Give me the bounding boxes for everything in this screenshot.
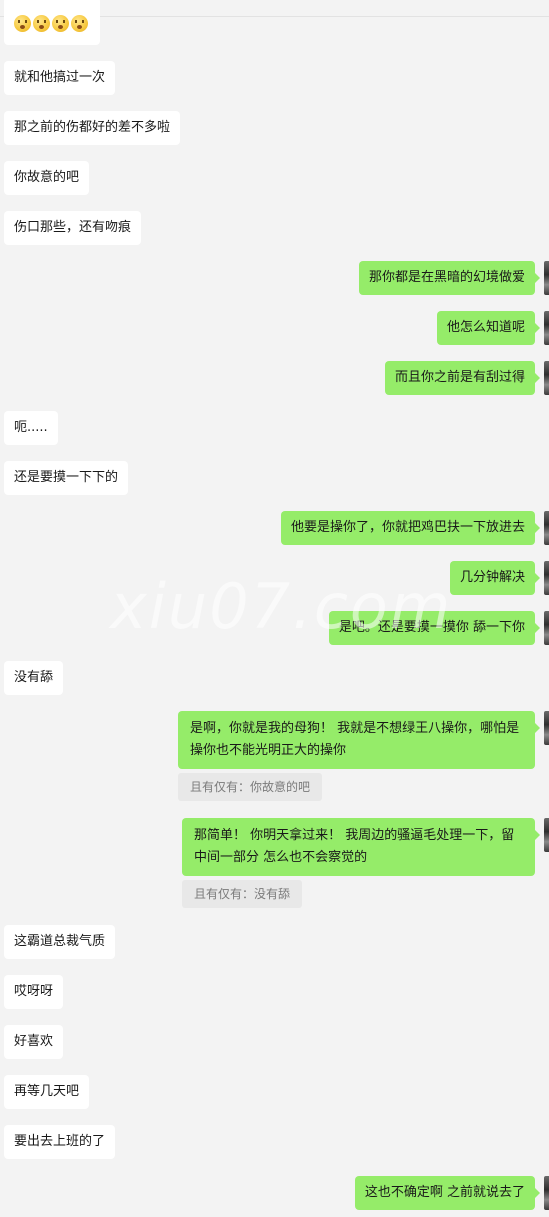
- quote-text: 且有仅有：没有舔: [194, 887, 291, 901]
- message-text: 好喜欢: [14, 1034, 54, 1049]
- message-text: 他怎么知道呢: [446, 320, 525, 335]
- chat-bubble-outgoing[interactable]: 几分钟解决: [449, 561, 541, 595]
- chat-bubble-incoming[interactable]: 那之前的伤都好的差不多啦: [4, 111, 181, 145]
- avatar[interactable]: [544, 611, 549, 645]
- chat-bubble-outgoing[interactable]: 而且你之前是有刮过得: [384, 361, 541, 395]
- chat-bubble-outgoing[interactable]: 这也不确定啊 之前就说去了: [354, 1176, 541, 1210]
- message-text: 伤口那些，还有吻痕: [14, 220, 132, 235]
- message-text: 就和他搞过一次: [14, 70, 106, 85]
- message-text: 那之前的伤都好的差不多啦: [14, 120, 171, 135]
- message-text: 他要是操你了，你就把鸡巴扶一下放进去: [290, 520, 525, 535]
- chat-bubble-outgoing[interactable]: 那你都是在黑暗的幻境做爱: [358, 261, 541, 295]
- avatar[interactable]: [544, 261, 549, 295]
- chat-bubble-incoming[interactable]: 哎呀呀: [4, 975, 64, 1009]
- avatar[interactable]: [544, 511, 549, 545]
- avatar[interactable]: [544, 1176, 549, 1210]
- message-text: 再等几天吧: [14, 1084, 80, 1099]
- flushed-face-emoji-icon: [33, 15, 50, 32]
- avatar[interactable]: [544, 561, 549, 595]
- chat-bubble-outgoing[interactable]: 他怎么知道呢: [436, 311, 541, 345]
- message-text: 要出去上班的了: [14, 1134, 106, 1149]
- message-text: 是吧。还是要摸一摸你 舔一下你: [338, 620, 525, 635]
- message-text: 而且你之前是有刮过得: [394, 370, 525, 385]
- chat-bubble-incoming[interactable]: 没有舔: [4, 661, 64, 695]
- flushed-face-emoji-icon: [14, 15, 31, 32]
- chat-bubble-incoming[interactable]: 好喜欢: [4, 1025, 64, 1059]
- avatar[interactable]: [544, 311, 549, 345]
- chat-bubble-incoming[interactable]: 要出去上班的了: [4, 1125, 116, 1159]
- flushed-face-emoji-icon: [52, 15, 69, 32]
- quoted-reply[interactable]: 且有仅有：没有舔: [182, 880, 303, 908]
- message-text: 是啊，你就是我的母狗！ 我就是不想绿王八操你，哪怕是操你也不能光明正大的操你: [190, 721, 520, 758]
- message-text: 没有舔: [14, 670, 54, 685]
- message-text: 你故意的吧: [14, 170, 80, 185]
- chat-bubble-incoming[interactable]: 还是要摸一下下的: [4, 461, 129, 495]
- chat-bubble-outgoing[interactable]: 他要是操你了，你就把鸡巴扶一下放进去: [280, 511, 541, 545]
- avatar[interactable]: [544, 361, 549, 395]
- message-text: 这霸道总裁气质: [14, 934, 106, 949]
- message-text: 那你都是在黑暗的幻境做爱: [368, 270, 525, 285]
- message-text: 呃.....: [14, 420, 48, 435]
- avatar[interactable]: [544, 818, 549, 852]
- chat-bubble-outgoing[interactable]: 那简单！ 你明天拿过来！ 我周边的骚逼毛处理一下，留中间一部分 怎么也不会察觉的: [182, 818, 540, 876]
- chat-bubble-incoming[interactable]: 呃.....: [4, 411, 58, 445]
- quoted-reply[interactable]: 且有仅有：你故意的吧: [178, 773, 323, 801]
- message-text: 这也不确定啊 之前就说去了: [364, 1185, 525, 1200]
- chat-bubble-incoming[interactable]: 再等几天吧: [4, 1075, 90, 1109]
- avatar[interactable]: [544, 711, 549, 745]
- chat-bubble-incoming[interactable]: [4, 0, 100, 45]
- chat-bubble-incoming[interactable]: 这霸道总裁气质: [4, 925, 116, 959]
- chat-bubble-incoming[interactable]: 就和他搞过一次: [4, 61, 116, 95]
- chat-bubble-incoming[interactable]: 你故意的吧: [4, 161, 90, 195]
- message-text: 还是要摸一下下的: [14, 470, 119, 485]
- chat-bubble-outgoing[interactable]: 是啊，你就是我的母狗！ 我就是不想绿王八操你，哪怕是操你也不能光明正大的操你: [178, 711, 540, 769]
- chat-bubble-outgoing[interactable]: 是吧。还是要摸一摸你 舔一下你: [328, 611, 541, 645]
- message-text: 那简单！ 你明天拿过来！ 我周边的骚逼毛处理一下，留中间一部分 怎么也不会察觉的: [194, 828, 515, 865]
- flushed-face-emoji-icon: [71, 15, 88, 32]
- message-text: 哎呀呀: [14, 984, 54, 999]
- chat-bubble-incoming[interactable]: 伤口那些，还有吻痕: [4, 211, 142, 245]
- message-text: 几分钟解决: [459, 570, 525, 585]
- quote-text: 且有仅有：你故意的吧: [190, 780, 311, 794]
